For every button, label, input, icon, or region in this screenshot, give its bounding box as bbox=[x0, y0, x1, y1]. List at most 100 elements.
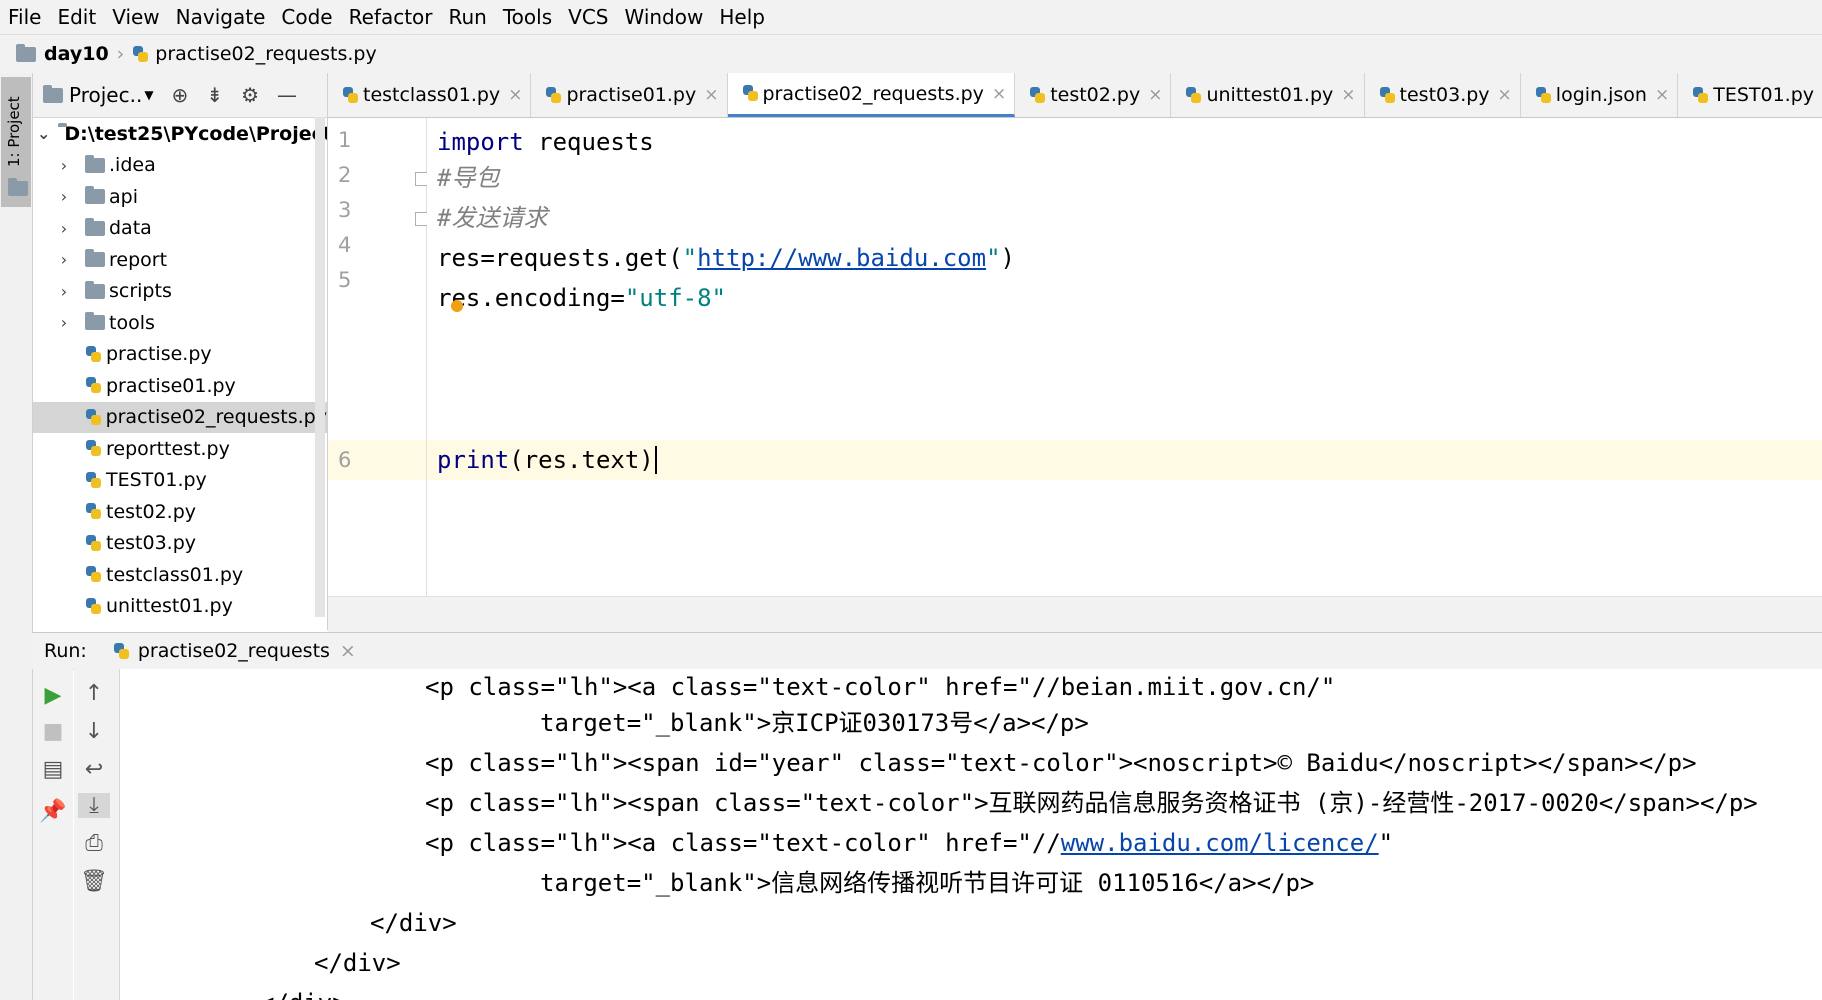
console-line: <p class="lh"><span id="year" class="tex… bbox=[425, 749, 1697, 777]
python-file-icon bbox=[85, 439, 102, 458]
pin-icon[interactable]: 📌 bbox=[33, 799, 73, 824]
menu-edit[interactable]: Edit bbox=[49, 5, 104, 29]
soft-wrap-icon[interactable]: ↩ bbox=[74, 757, 114, 782]
collapse-all-icon[interactable]: ⇟ bbox=[206, 83, 223, 107]
arrow-up-icon[interactable]: ↑ bbox=[74, 681, 114, 706]
tree-item-label: scripts bbox=[109, 280, 172, 303]
chevron-right-icon[interactable]: › bbox=[55, 187, 73, 206]
chevron-right-icon[interactable]: › bbox=[55, 156, 73, 175]
project-view-selector[interactable]: Projec.. bbox=[69, 83, 142, 107]
run-config-tab[interactable]: practise02_requests bbox=[138, 640, 330, 662]
trash-icon[interactable]: 🗑 bbox=[74, 869, 114, 894]
stop-icon[interactable]: ■ bbox=[33, 719, 73, 744]
close-icon[interactable]: × bbox=[1148, 85, 1162, 105]
close-icon[interactable]: × bbox=[340, 640, 356, 662]
editor-bottom-bar bbox=[328, 596, 1822, 633]
tree-item[interactable]: unittest01.py bbox=[33, 591, 327, 623]
tree-item[interactable]: reporttest.py bbox=[33, 433, 327, 465]
minimize-icon[interactable]: — bbox=[277, 83, 297, 107]
layout-icon[interactable]: ▤ bbox=[33, 757, 73, 782]
chevron-right-icon[interactable]: › bbox=[55, 282, 73, 301]
menu-vcs[interactable]: VCS bbox=[560, 5, 616, 29]
print-icon[interactable]: ⎙ bbox=[74, 831, 114, 856]
lightbulb-icon[interactable] bbox=[451, 300, 463, 312]
chevron-right-icon[interactable]: › bbox=[55, 219, 73, 238]
chevron-right-icon[interactable]: › bbox=[55, 313, 73, 332]
python-file-icon bbox=[85, 471, 102, 490]
folder-icon bbox=[85, 217, 105, 236]
folder-icon bbox=[85, 280, 105, 299]
python-file-icon bbox=[742, 84, 759, 103]
tree-item[interactable]: › report bbox=[33, 244, 327, 276]
tab-label: TEST01.py bbox=[1713, 84, 1815, 106]
menu-file[interactable]: File bbox=[0, 5, 49, 29]
close-icon[interactable]: × bbox=[1341, 85, 1355, 105]
tree-item-label: unittest01.py bbox=[106, 595, 233, 618]
editor-tab[interactable]: test02.py × bbox=[1015, 73, 1172, 117]
editor-tab[interactable]: TEST01.py× bbox=[1678, 73, 1822, 117]
folder-icon bbox=[85, 249, 105, 268]
code-line-5: res.encoding="utf-8" bbox=[437, 284, 726, 312]
editor-tab[interactable]: practise01.py × bbox=[531, 73, 728, 117]
code-editor[interactable]: import requests #导包 #发送请求 res=requests.g… bbox=[427, 118, 1822, 596]
editor-tab[interactable]: testclass01.py × bbox=[328, 73, 532, 117]
tree-item[interactable]: test03.py bbox=[33, 528, 327, 560]
chevron-right-icon[interactable]: › bbox=[55, 250, 73, 269]
editor-tab[interactable]: login.json × bbox=[1521, 73, 1679, 117]
scroll-to-end-icon[interactable]: ⤓ bbox=[78, 793, 110, 818]
tree-item[interactable]: test02.py bbox=[33, 496, 327, 528]
tree-item[interactable]: › data bbox=[33, 213, 327, 245]
tree-item-label: tools bbox=[109, 311, 155, 334]
url-link[interactable]: http://www.baidu.com bbox=[697, 244, 986, 272]
python-file-icon bbox=[85, 376, 102, 395]
menu-view[interactable]: View bbox=[104, 5, 167, 29]
tab-label: practise01.py bbox=[566, 84, 697, 106]
tree-item[interactable]: testclass01.py bbox=[33, 559, 327, 591]
menu-help[interactable]: Help bbox=[711, 5, 773, 29]
tree-item[interactable]: › .idea bbox=[33, 150, 327, 182]
close-icon[interactable]: × bbox=[508, 85, 522, 105]
menu-run[interactable]: Run bbox=[441, 5, 495, 29]
line-number: 5 bbox=[338, 268, 352, 292]
tree-root[interactable]: ⌄ D:\test25\PYcode\Projects bbox=[33, 118, 327, 150]
close-icon[interactable]: × bbox=[1655, 85, 1669, 105]
menu-code[interactable]: Code bbox=[273, 5, 340, 29]
breadcrumb-project[interactable]: day10 bbox=[44, 43, 109, 65]
chevron-down-icon[interactable]: ⌄ bbox=[37, 124, 50, 143]
tree-item-label: TEST01.py bbox=[106, 469, 207, 492]
project-tool-button[interactable]: 1: Project bbox=[1, 77, 31, 207]
tree-item[interactable]: practise01.py bbox=[33, 370, 327, 402]
run-toolbar: ▶ ■ ▤ 📌 bbox=[33, 669, 73, 1000]
tree-item[interactable]: practise02_requests.py bbox=[33, 401, 327, 433]
console-link[interactable]: www.baidu.com/licence/ bbox=[1061, 829, 1379, 857]
arrow-down-icon[interactable]: ↓ bbox=[74, 719, 114, 744]
tree-item[interactable]: practise.py bbox=[33, 339, 327, 371]
menu-window[interactable]: Window bbox=[616, 5, 711, 29]
scrollbar[interactable] bbox=[315, 117, 325, 617]
locate-icon[interactable]: ⊕ bbox=[172, 83, 189, 107]
console-line: </div> bbox=[260, 985, 347, 1000]
line-number: 1 bbox=[338, 128, 352, 152]
tree-item[interactable]: › api bbox=[33, 181, 327, 213]
python-file-icon bbox=[85, 597, 102, 616]
editor-tab-bar: testclass01.py × practise01.py × practise02_… bbox=[328, 73, 1822, 118]
gear-icon[interactable]: ⚙ bbox=[241, 83, 259, 107]
tree-item-label: .idea bbox=[109, 154, 156, 177]
text-caret bbox=[654, 446, 657, 474]
editor-tab[interactable]: test03.py × bbox=[1365, 73, 1521, 117]
tree-item[interactable]: TEST01.py bbox=[33, 465, 327, 497]
run-icon[interactable]: ▶ bbox=[33, 683, 73, 708]
chevron-down-icon[interactable]: ▼ bbox=[144, 88, 153, 102]
tree-item[interactable]: › scripts bbox=[33, 276, 327, 308]
tree-item[interactable]: › tools bbox=[33, 307, 327, 339]
breadcrumb-file[interactable]: practise02_requests.py bbox=[155, 43, 376, 65]
editor-tab[interactable]: unittest01.py × bbox=[1171, 73, 1365, 117]
menu-tools[interactable]: Tools bbox=[495, 5, 560, 29]
close-icon[interactable]: × bbox=[1498, 85, 1512, 105]
menu-refactor[interactable]: Refactor bbox=[341, 5, 441, 29]
console-output[interactable]: <p class="lh"><a class="text-color" href… bbox=[120, 669, 1822, 1000]
menu-navigate[interactable]: Navigate bbox=[168, 5, 274, 29]
close-icon[interactable]: × bbox=[704, 85, 718, 105]
close-icon[interactable]: × bbox=[992, 84, 1006, 104]
editor-tab[interactable]: practise02_requests.py × bbox=[727, 73, 1016, 117]
